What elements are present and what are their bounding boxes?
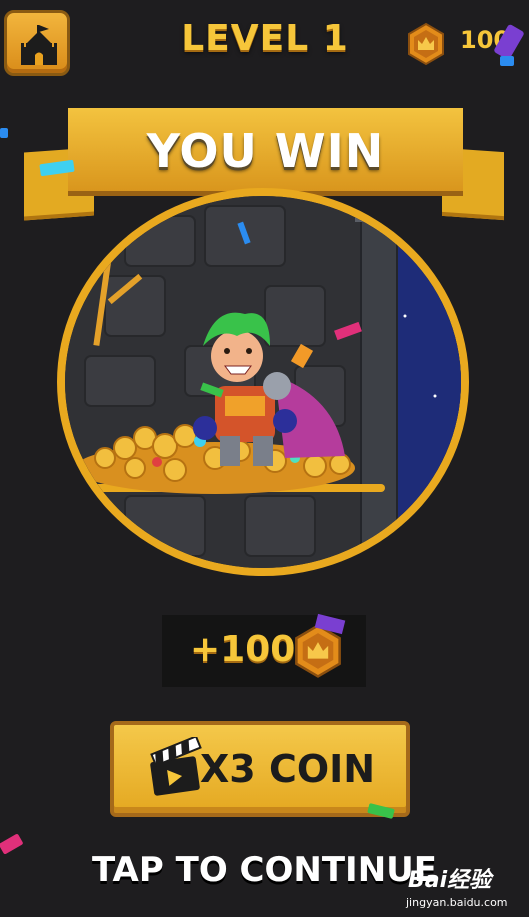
confetti-piece	[0, 128, 8, 138]
hero-scene	[57, 188, 469, 576]
clapperboard-icon	[150, 737, 202, 796]
reward-amount: +100	[190, 629, 296, 670]
x3-coin-label: X3 COIN	[200, 747, 376, 791]
watermark-brand: Bai经验	[408, 868, 492, 893]
confetti-piece	[500, 56, 514, 66]
x3-coin-button[interactable]: X3 COIN	[110, 721, 410, 817]
banner-title: YOU WIN	[146, 124, 385, 178]
baidu-watermark: Bai经验 jingyan.baidu.com	[404, 860, 526, 914]
watermark-url: jingyan.baidu.com	[406, 896, 508, 909]
reward-panel: +100	[162, 613, 366, 687]
hero-illustration	[65, 196, 461, 568]
crown-coin-icon	[408, 22, 444, 66]
level-title: LEVEL 1	[181, 18, 349, 59]
you-win-banner: YOU WIN	[68, 108, 463, 196]
castle-icon	[21, 25, 57, 65]
home-button[interactable]	[4, 10, 70, 76]
